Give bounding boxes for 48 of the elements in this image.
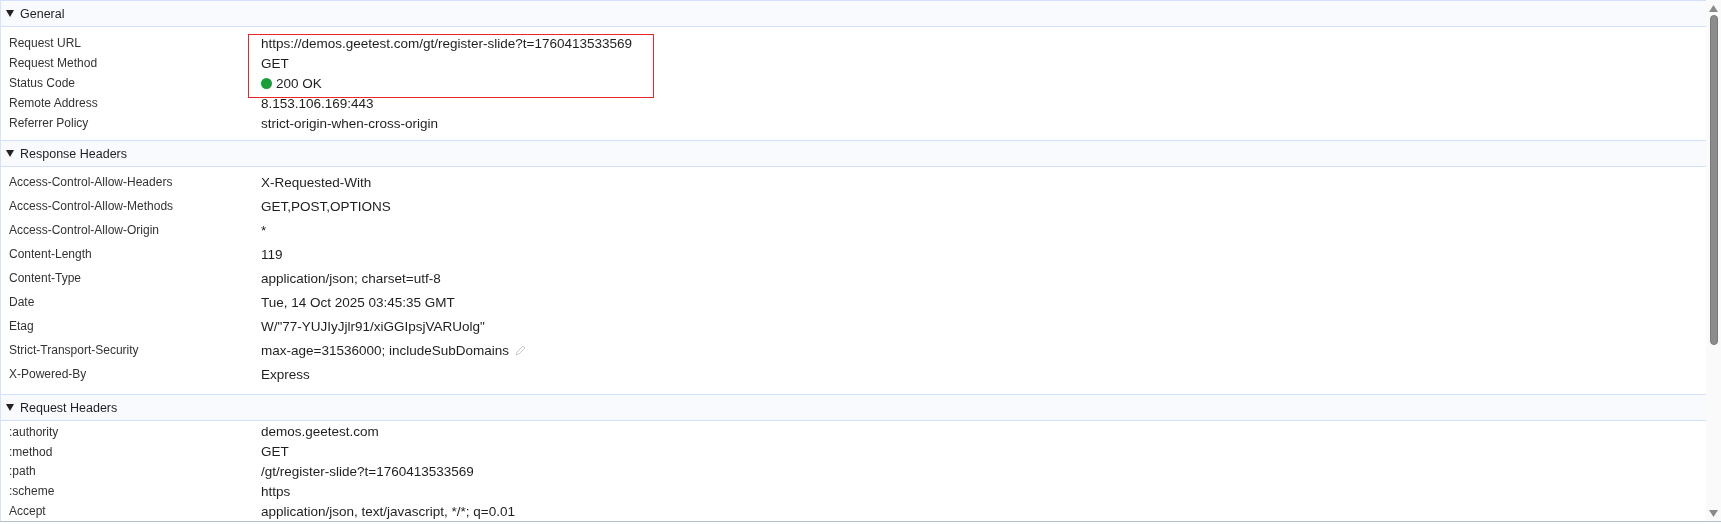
header-name: Request Method [8,55,99,72]
header-value: 119 [261,246,283,262]
header-value: strict-origin-when-cross-origin [261,115,439,131]
header-value: https://demos.geetest.com/gt/register-slide?t=1760413533569 [261,35,633,51]
header-name: :scheme [8,483,56,501]
header-name: :path [8,463,37,481]
header-value: https [261,483,291,499]
header-name: Status Code [8,75,77,92]
header-name: Access-Control-Allow-Headers [8,174,174,191]
section-title: Request Headers [20,400,118,415]
header-name: Access-Control-Allow-Origin [8,222,161,239]
header-value: 200 OK [276,75,322,91]
scroll-down-icon[interactable] [1709,510,1718,517]
header-name: Request URL [8,35,83,52]
header-value: GET [261,55,289,71]
section-header[interactable]: General [1,0,1706,27]
header-value: * [261,222,267,238]
header-name: Content-Type [8,270,83,287]
scroll-up-icon[interactable] [1709,5,1718,12]
header-value: 8.153.106.169:443 [261,95,374,111]
header-value: max-age=31536000; includeSubDomains [261,342,510,358]
header-name: :authority [8,423,60,441]
header-value: Tue, 14 Oct 2025 03:45:35 GMT [261,294,455,310]
header-value: GET [261,444,289,460]
header-value: Express [261,366,310,382]
header-name: Strict-Transport-Security [8,342,140,359]
header-name: :method [8,443,54,461]
section-title: General [20,6,65,21]
header-name: X-Powered-By [8,366,88,383]
header-name: Accept [8,503,47,521]
header-value: GET,POST,OPTIONS [261,198,391,214]
header-value: demos.geetest.com [261,424,379,440]
header-name: Etag [8,318,35,335]
section-title: Response Headers [20,146,127,161]
header-name: Date [8,294,36,311]
section-header[interactable]: Request Headers [1,394,1706,421]
header-value: W/"77-YUJIyJjlr91/xiGGIpsjVARUolg" [261,318,485,334]
header-name: Remote Address [8,95,99,112]
header-name: Content-Length [8,246,93,263]
header-value: /gt/register-slide?t=1760413533569 [261,464,474,479]
scrollbar-thumb[interactable] [1709,15,1718,345]
scrollbar[interactable] [1706,0,1721,521]
section-header[interactable]: Response Headers [1,140,1706,167]
header-value: application/json, text/javascript, */*; q=0.01 [261,503,516,519]
header-value: application/json; charset=utf-8 [261,270,441,286]
header-name: Access-Control-Allow-Methods [8,198,175,215]
header-name: Referrer Policy [8,115,90,132]
header-value: X-Requested-With [261,174,372,190]
